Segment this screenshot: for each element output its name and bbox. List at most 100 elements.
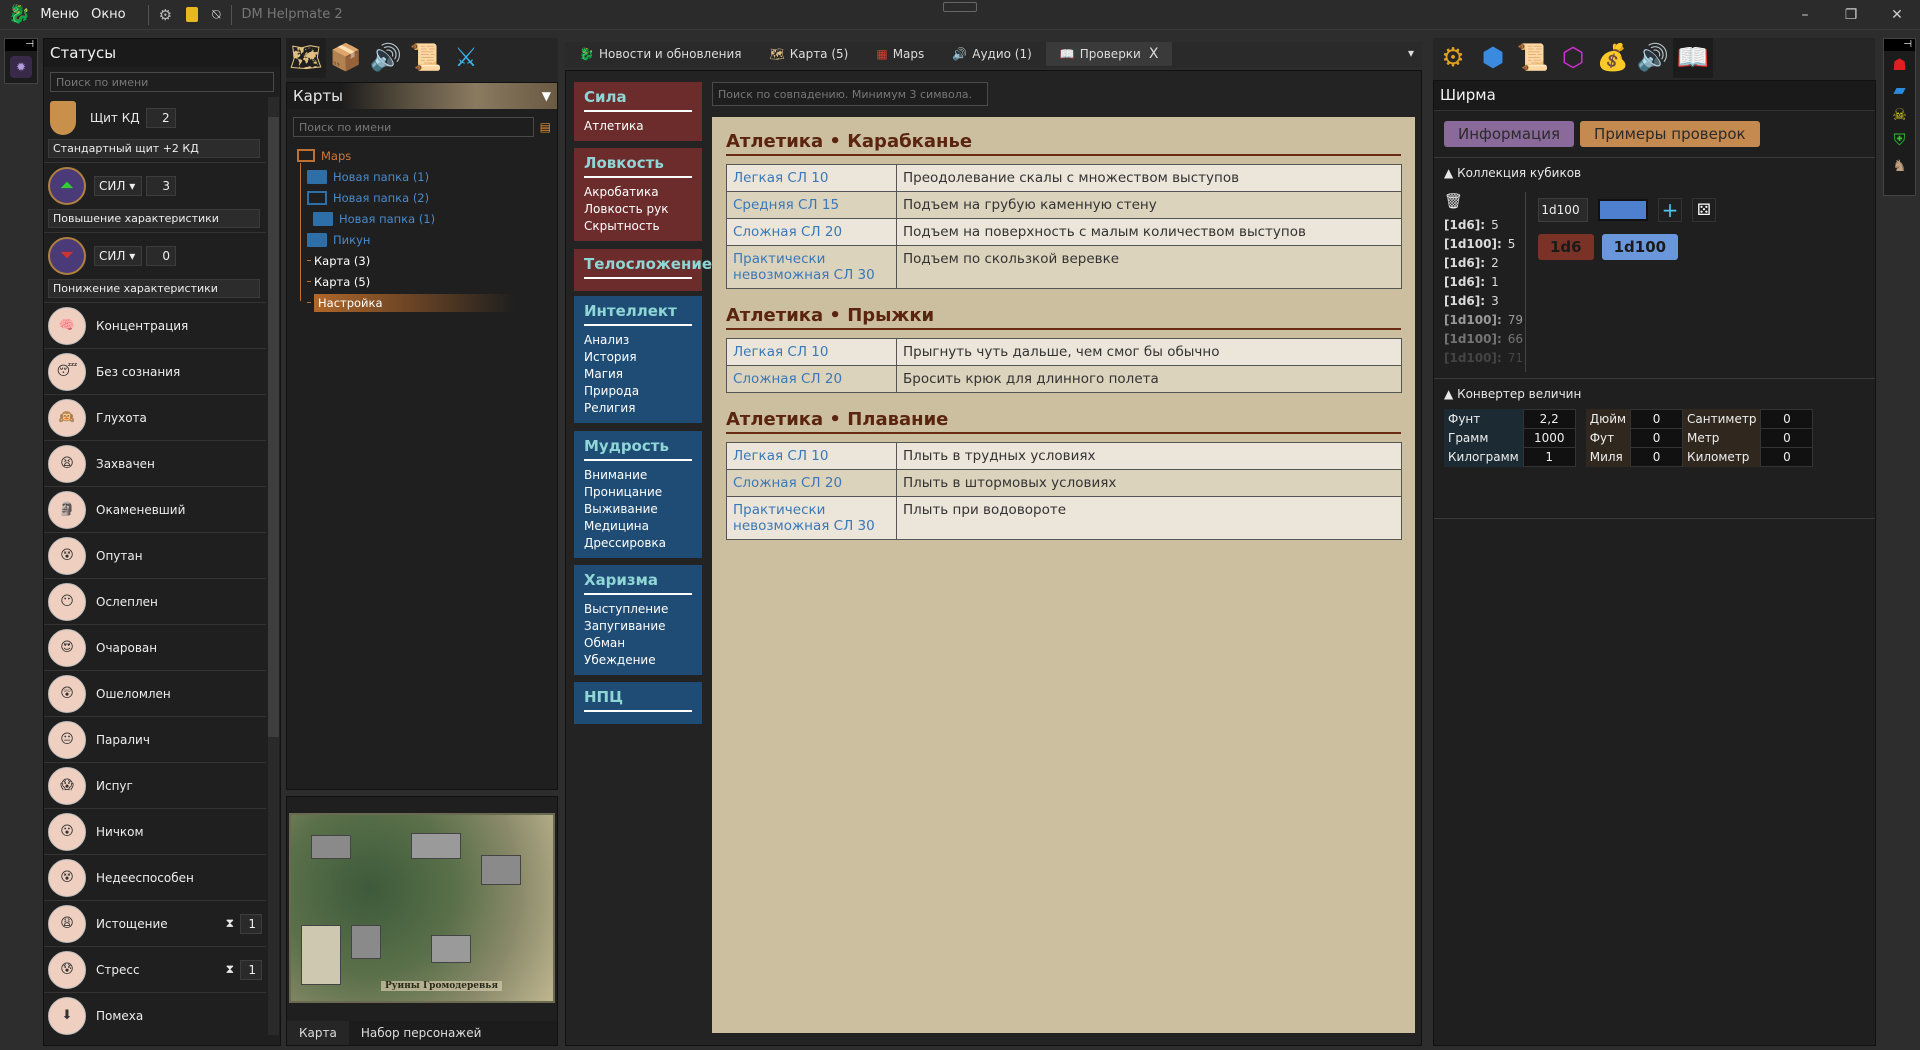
status-item[interactable]: 😮 Ничком: [44, 809, 266, 855]
category-title[interactable]: Сила: [584, 88, 692, 112]
note-icon[interactable]: [186, 7, 199, 22]
tab-character-set[interactable]: Набор персонажей: [349, 1021, 494, 1045]
category-title[interactable]: НПЦ: [584, 688, 692, 712]
document-tab[interactable]: 🗺 Карта (5): [755, 42, 862, 66]
category-title[interactable]: Интеллект: [584, 302, 692, 326]
status-item[interactable]: 😫 Захвачен: [44, 441, 266, 487]
tab-map[interactable]: Карта: [287, 1021, 349, 1045]
skill-link[interactable]: Магия: [584, 366, 692, 383]
skill-link[interactable]: Выживание: [584, 501, 692, 518]
pin-icon[interactable]: ⊣: [5, 39, 37, 51]
document-tab[interactable]: 🔊 Аудио (1): [938, 42, 1046, 66]
skill-link[interactable]: Запугивание: [584, 618, 692, 635]
status-item[interactable]: 😵 Недееспособен: [44, 855, 266, 901]
roll-dice-icon[interactable]: ⚄: [1692, 198, 1716, 222]
mask-icon[interactable]: ⛨: [1884, 130, 1915, 150]
dice-chip-button[interactable]: 1d100: [1601, 234, 1679, 260]
tree-item[interactable]: Maps: [297, 145, 557, 166]
category-title[interactable]: Телосложение: [584, 255, 712, 279]
status-effects-icon[interactable]: ✹: [10, 56, 32, 78]
spellbook-icon[interactable]: ▰: [1884, 80, 1915, 99]
status-item[interactable]: 😲 Ошеломлен: [44, 671, 266, 717]
shield-ac-input[interactable]: 2: [145, 108, 176, 128]
dice-formula-input[interactable]: 1d100: [1538, 198, 1588, 222]
buff-description[interactable]: Повышение характеристики: [48, 209, 260, 228]
status-counter-input[interactable]: 1: [240, 913, 262, 934]
status-item[interactable]: 😱 Испуг: [44, 763, 266, 809]
tree-item[interactable]: Карта (5): [297, 271, 557, 292]
skill-link[interactable]: Атлетика: [584, 118, 692, 135]
status-item[interactable]: 😐 Паралич: [44, 717, 266, 763]
skill-link[interactable]: Религия: [584, 400, 692, 417]
tree-item[interactable]: Пикун: [297, 229, 557, 250]
status-item[interactable]: 😰 Стресс ⧗ 1: [44, 947, 266, 993]
skill-link[interactable]: Ловкость рук: [584, 201, 692, 218]
skill-link[interactable]: Акробатика: [584, 184, 692, 201]
dice-section-toggle[interactable]: ▲ Коллекция кубиков: [1434, 158, 1875, 188]
menu-button[interactable]: Меню: [40, 7, 79, 22]
status-item[interactable]: ⬇ Помеха: [44, 993, 266, 1035]
status-item[interactable]: 😵 Опутан: [44, 533, 266, 579]
d20-tab-icon[interactable]: ⬡: [1553, 38, 1593, 78]
treasure-map-tab-icon[interactable]: 🗺: [286, 38, 326, 78]
check-examples-button[interactable]: Примеры проверок: [1580, 121, 1760, 147]
scrollbar[interactable]: [268, 97, 279, 1035]
trash-icon[interactable]: 🗑: [1444, 192, 1525, 210]
hourglass-icon[interactable]: ⧗: [226, 962, 234, 977]
tree-item[interactable]: Новая папка (2): [297, 187, 557, 208]
map-preview-image[interactable]: Руины Громодеревья: [289, 813, 555, 1003]
category-title[interactable]: Харизма: [584, 571, 692, 595]
skill-link[interactable]: Выступление: [584, 601, 692, 618]
debuff-description[interactable]: Понижение характеристики: [48, 279, 260, 298]
skill-link[interactable]: Скрытность: [584, 218, 692, 235]
difficulty-cell[interactable]: Практически невозможная СЛ 30: [726, 496, 897, 540]
skill-link[interactable]: Убеждение: [584, 652, 692, 669]
drag-handle[interactable]: [943, 2, 977, 12]
box-tab-icon[interactable]: 📦: [326, 38, 366, 78]
status-search-input[interactable]: Поиск по имени: [50, 72, 274, 92]
crossed-swords-tab-icon[interactable]: ⚔: [446, 38, 486, 78]
tree-item[interactable]: Новая папка (1): [297, 208, 557, 229]
difficulty-cell[interactable]: Сложная СЛ 20: [726, 469, 897, 497]
status-counter-input[interactable]: 1: [240, 959, 262, 980]
difficulty-cell[interactable]: Легкая СЛ 10: [726, 338, 897, 366]
category-title[interactable]: Ловкость: [584, 154, 692, 178]
difficulty-cell[interactable]: Сложная СЛ 20: [726, 365, 897, 393]
rider-icon[interactable]: ♞: [1884, 156, 1915, 175]
unit-value-input[interactable]: 1: [1522, 447, 1576, 467]
dice-chip-button[interactable]: 1d6: [1538, 234, 1594, 260]
buff-value-input[interactable]: 3: [146, 176, 176, 196]
unit-value-input[interactable]: 0: [1630, 447, 1684, 467]
skill-link[interactable]: Проницание: [584, 484, 692, 501]
tree-item[interactable]: Новая папка (1): [297, 166, 557, 187]
maximize-button[interactable]: ❐: [1828, 7, 1874, 23]
dice-color-picker[interactable]: [1598, 199, 1648, 221]
status-item[interactable]: 🧠 Концентрация: [44, 303, 266, 349]
unit-value-input[interactable]: 2,2: [1522, 409, 1576, 429]
skill-link[interactable]: История: [584, 349, 692, 366]
skill-link[interactable]: Внимание: [584, 467, 692, 484]
pin-icon[interactable]: ⊣: [1884, 39, 1915, 51]
debuff-stat-select[interactable]: СИЛ ▾: [94, 246, 142, 266]
checks-search-input[interactable]: Поиск по совпадению. Минимум 3 символа.: [712, 82, 988, 106]
audio-list-tab-icon[interactable]: 🔊: [366, 38, 406, 78]
close-tab-icon[interactable]: X: [1149, 46, 1159, 62]
document-tab[interactable]: 📖 Проверки X: [1045, 42, 1173, 66]
document-tab[interactable]: ▦ Maps: [862, 42, 938, 66]
close-button[interactable]: ✕: [1874, 7, 1920, 23]
map-list-icon[interactable]: ▤: [540, 120, 551, 134]
status-item[interactable]: 😍 Очарован: [44, 625, 266, 671]
speaker-tab-icon[interactable]: 🔊: [1633, 38, 1673, 78]
status-item[interactable]: 🙉 Глухота: [44, 395, 266, 441]
gear-tab-icon[interactable]: ⚙: [1433, 38, 1473, 78]
window-menu-button[interactable]: Окно: [91, 7, 126, 22]
skill-link[interactable]: Обман: [584, 635, 692, 652]
status-item[interactable]: 😶 Ослеплен: [44, 579, 266, 625]
minimize-button[interactable]: –: [1782, 7, 1828, 23]
difficulty-cell[interactable]: Легкая СЛ 10: [726, 442, 897, 470]
unit-value-input[interactable]: 0: [1760, 428, 1814, 448]
chevron-down-icon[interactable]: ▼: [542, 89, 551, 103]
hourglass-icon[interactable]: ⧗: [226, 916, 234, 931]
shield-description[interactable]: Стандартный щит +2 КД: [48, 139, 260, 158]
mute-icon[interactable]: ⍉: [212, 7, 220, 23]
